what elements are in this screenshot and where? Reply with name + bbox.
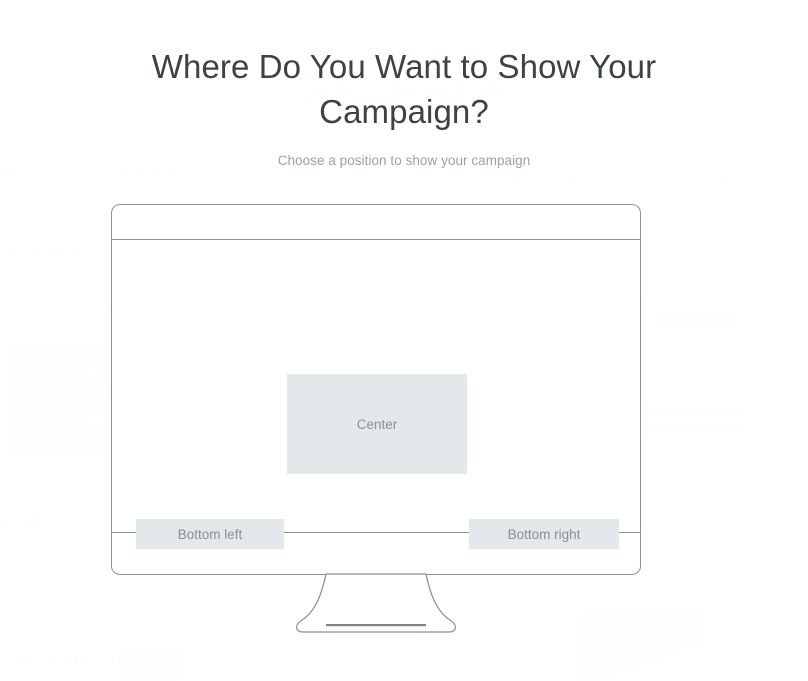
position-option-center[interactable]: Center	[287, 374, 467, 475]
monitor-screen: Center Bottom left Bottom right	[112, 240, 639, 550]
position-option-bottom-right-label: Bottom right	[507, 526, 581, 542]
position-option-bottom-right[interactable]: Bottom right	[469, 519, 619, 550]
app-stage: Select template Showing 1-28 of 28 templ…	[0, 0, 808, 681]
page-subtitle: Choose a position to show your campaign	[277, 153, 531, 168]
position-option-bottom-left[interactable]: Bottom left	[136, 519, 284, 550]
monitor-stand	[288, 573, 464, 639]
monitor-stand-shape	[295, 573, 457, 633]
position-picker-overlay: Where Do You Want to Show Your Campaign?…	[0, 0, 808, 681]
position-option-center-label: Center	[356, 416, 398, 432]
monitor-mockup: Center Bottom left Bottom right	[111, 204, 641, 575]
page-title: Where Do You Want to Show Your Campaign?	[151, 48, 657, 130]
position-option-bottom-left-label: Bottom left	[177, 526, 243, 542]
